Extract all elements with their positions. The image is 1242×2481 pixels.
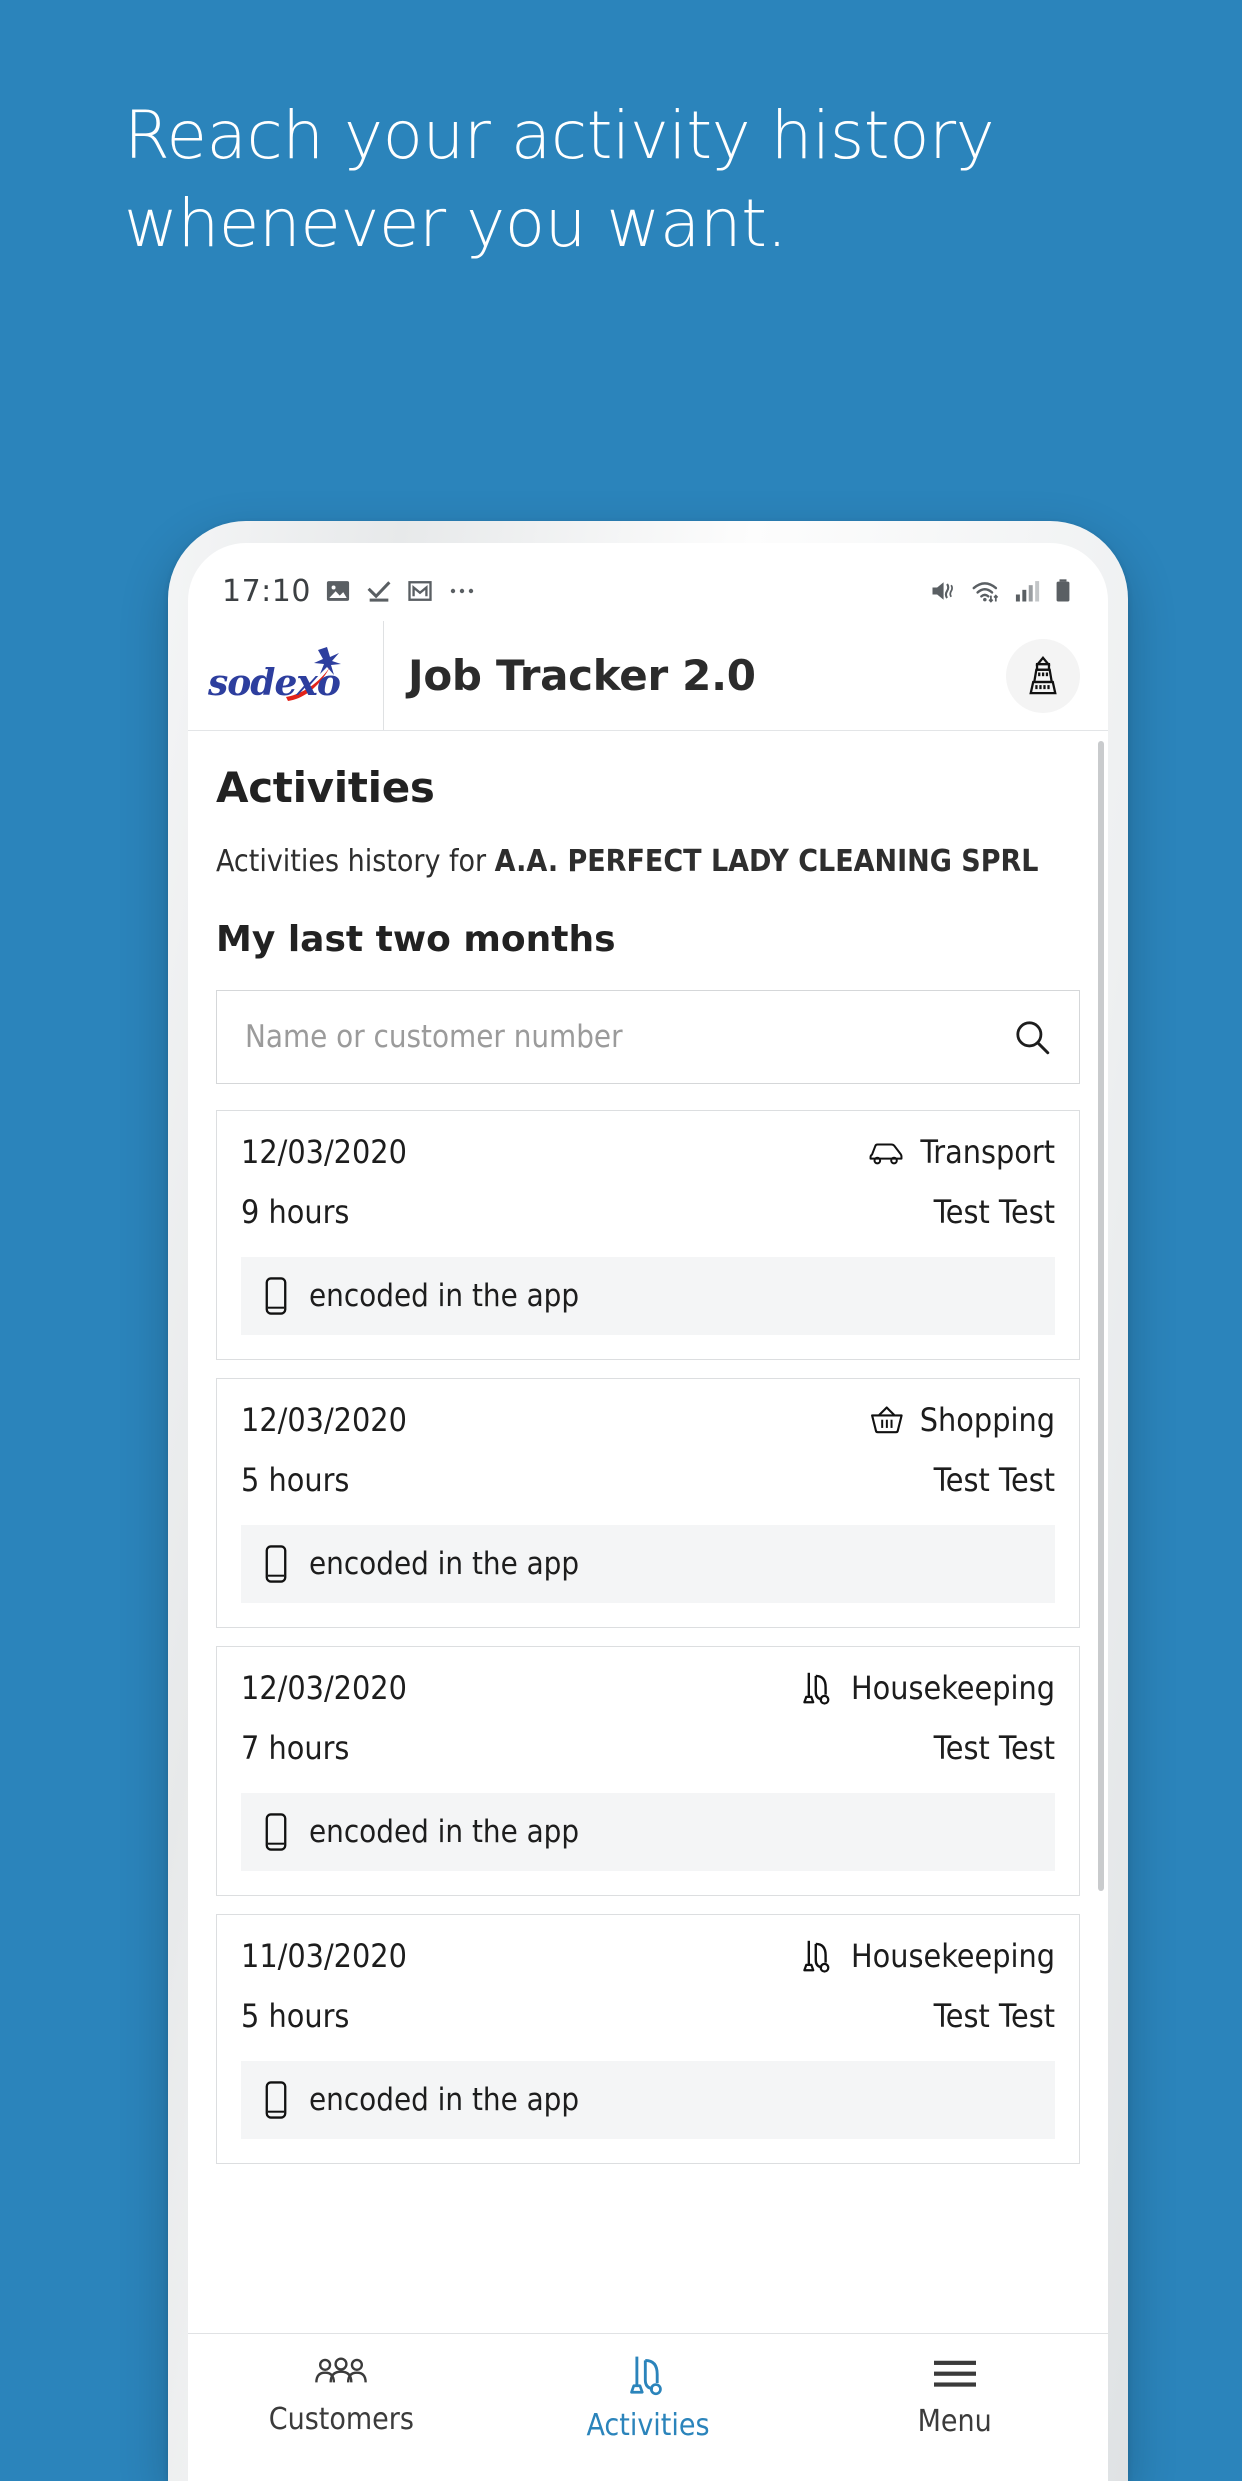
activity-type: Transport — [866, 1133, 1055, 1171]
activity-date: 11/03/2020 — [241, 1936, 407, 1975]
vacuum-icon — [803, 1672, 830, 1705]
hamburger-icon — [933, 2360, 976, 2387]
signal-icon — [1015, 581, 1040, 602]
nav-item-menu[interactable]: Menu — [801, 2352, 1108, 2439]
app-bar: sodexo Job Tracker 2.0 — [188, 621, 1108, 731]
activity-card-list: 12/03/2020 Transport 9 hours Test Test e… — [216, 1109, 1080, 2164]
hero-headline: Reach your activity history whenever you… — [124, 92, 1124, 268]
activity-card[interactable]: 12/03/2020 Housekeeping 7 hours Test Tes… — [216, 1645, 1080, 1896]
activity-date: 12/03/2020 — [241, 1668, 407, 1707]
page-title: Activities — [216, 763, 435, 812]
car-icon — [869, 1143, 903, 1164]
activity-card[interactable]: 12/03/2020 Transport 9 hours Test Test e… — [216, 1109, 1080, 1360]
activity-hours: 7 hours — [241, 1728, 350, 1767]
section-title: My last two months — [216, 918, 616, 960]
activity-note: encoded in the app — [241, 1524, 1055, 1603]
activity-note-label: encoded in the app — [309, 1545, 580, 1582]
status-bar-left: 17:10 — [222, 574, 477, 609]
phone-screen: 17:10 sodexo Job Tracker 2.0 Activities … — [188, 543, 1108, 2481]
search-input[interactable] — [243, 1017, 1011, 1056]
activity-worker: Test Test — [933, 1728, 1055, 1767]
activity-note-label: encoded in the app — [309, 2081, 580, 2118]
vertical-scrollbar[interactable] — [1098, 741, 1104, 1891]
people-icon — [315, 2357, 368, 2383]
activity-note: encoded in the app — [241, 2060, 1055, 2139]
activity-note: encoded in the app — [241, 1792, 1055, 1871]
activity-type: Housekeeping — [799, 1669, 1055, 1707]
activity-hours: 9 hours — [241, 1192, 350, 1231]
activity-type-label: Shopping — [919, 1400, 1055, 1439]
status-bar: 17:10 — [188, 543, 1108, 621]
vacuum-icon — [630, 2356, 662, 2396]
sodexo-logo: sodexo — [188, 621, 384, 730]
phone-mockup: 17:10 sodexo Job Tracker 2.0 Activities … — [168, 521, 1128, 2481]
activity-hours: 5 hours — [241, 1460, 350, 1499]
activity-type: Shopping — [868, 1401, 1055, 1439]
basket-icon — [870, 1405, 903, 1433]
vibrate-mute-icon — [932, 582, 953, 600]
nav-label-activities: Activities — [586, 2408, 710, 2443]
activity-note-label: encoded in the app — [309, 1813, 580, 1850]
activity-worker: Test Test — [933, 1460, 1055, 1499]
more-dots-icon — [450, 588, 474, 594]
activity-card[interactable]: 11/03/2020 Housekeeping 5 hours Test Tes… — [216, 1913, 1080, 2164]
vacuum-icon — [803, 1940, 830, 1973]
activity-worker: Test Test — [933, 1192, 1055, 1231]
company-button[interactable] — [1006, 638, 1080, 713]
subtitle: Activities history for A.A. PERFECT LADY… — [216, 842, 1080, 883]
activity-worker: Test Test — [933, 1996, 1055, 2035]
mobile-phone-icon — [265, 1812, 287, 1851]
company-building-icon — [1029, 655, 1057, 694]
bottom-navigation: Customers Activities Menu — [188, 2333, 1108, 2481]
nav-label-menu: Menu — [917, 2404, 992, 2439]
activity-date: 12/03/2020 — [241, 1132, 407, 1171]
battery-icon — [1056, 579, 1070, 602]
activity-type-label: Transport — [920, 1132, 1055, 1171]
content-scroll-area[interactable]: Activities Activities history for A.A. P… — [188, 731, 1108, 2333]
subtitle-prefix: Activities history for — [216, 844, 495, 879]
activity-hours: 5 hours — [241, 1996, 350, 2035]
mobile-phone-icon — [265, 1544, 287, 1583]
gmail-icon — [408, 581, 432, 601]
activity-type: Housekeeping — [799, 1937, 1055, 1975]
svg-text:sodexo: sodexo — [207, 662, 340, 704]
download-done-icon — [367, 581, 391, 602]
activity-card[interactable]: 12/03/2020 Shopping 5 hours Test Test en… — [216, 1377, 1080, 1628]
nav-item-activities[interactable]: Activities — [495, 2352, 802, 2443]
activity-date: 12/03/2020 — [241, 1400, 407, 1439]
hero-line-2: whenever you want. — [124, 184, 788, 262]
subtitle-company: A.A. PERFECT LADY CLEANING SPRL — [494, 844, 1039, 879]
activity-type-label: Housekeeping — [850, 1936, 1055, 1975]
image-icon — [326, 581, 350, 601]
search-icon[interactable] — [1011, 1016, 1053, 1058]
status-time: 17:10 — [222, 573, 311, 609]
activity-note: encoded in the app — [241, 1256, 1055, 1335]
activity-type-label: Housekeeping — [850, 1668, 1055, 1707]
mobile-phone-icon — [265, 1276, 287, 1315]
wifi-icon — [972, 582, 999, 603]
nav-item-customers[interactable]: Customers — [188, 2352, 495, 2437]
hero-line-1: Reach your activity history — [124, 97, 995, 174]
app-title: Job Tracker 2.0 — [408, 651, 756, 700]
mobile-phone-icon — [265, 2080, 287, 2119]
search-box[interactable] — [216, 989, 1080, 1084]
nav-label-customers: Customers — [268, 2402, 414, 2437]
activity-note-label: encoded in the app — [309, 1277, 580, 1314]
status-bar-right — [928, 577, 1074, 605]
